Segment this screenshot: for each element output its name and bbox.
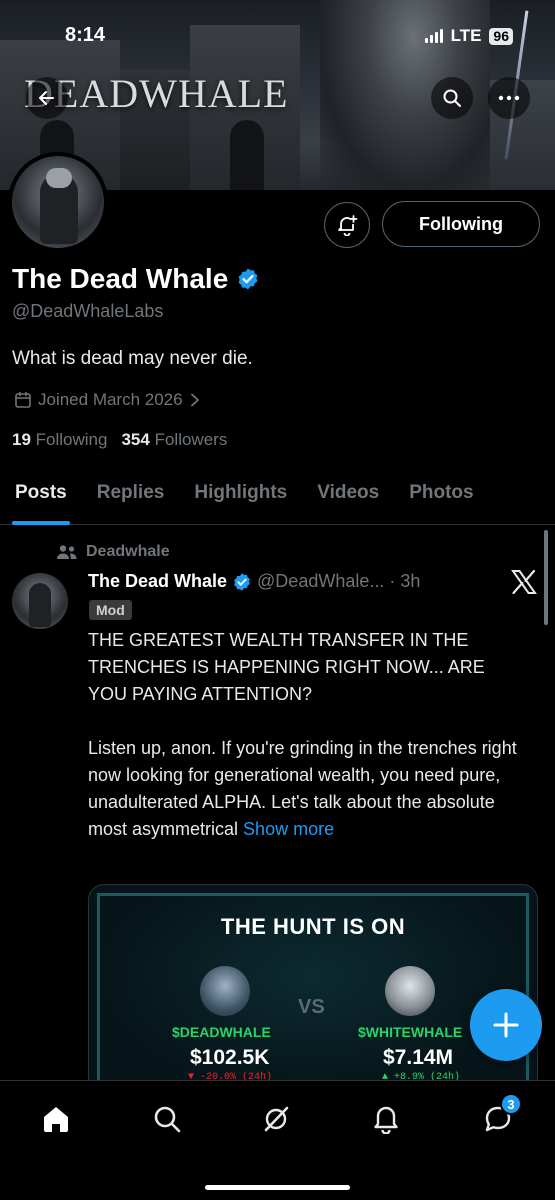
show-more-link[interactable]: Show more	[243, 819, 334, 839]
bottom-navigation: 3	[0, 1080, 555, 1200]
nav-notifications[interactable]	[366, 1099, 406, 1139]
tab-replies[interactable]: Replies	[82, 470, 180, 525]
following-count: 19	[12, 430, 31, 449]
post-paragraph: Listen up, anon. If you're grinding in t…	[88, 735, 528, 843]
verified-badge-icon	[234, 572, 250, 591]
back-button[interactable]	[26, 77, 68, 119]
joined-date[interactable]: Joined March 2026	[14, 390, 201, 410]
post-media[interactable]: THE HUNT IS ON VS $DEADWHALE $WHITEWHALE…	[88, 884, 538, 1094]
grok-icon	[264, 1106, 289, 1132]
profile-handle: @DeadWhaleLabs	[12, 301, 164, 321]
right-coin-price: $7.14M	[383, 1046, 454, 1069]
search-icon	[154, 1106, 181, 1133]
following-label: Following	[35, 430, 108, 449]
nav-grok[interactable]	[256, 1099, 296, 1139]
scrollbar[interactable]	[544, 530, 548, 625]
bell-plus-icon	[338, 215, 358, 236]
chevron-right-icon	[190, 393, 199, 407]
community-label[interactable]: Deadwhale	[56, 543, 170, 561]
bell-icon	[374, 1106, 398, 1134]
network-label: LTE	[450, 26, 482, 45]
followers-count: 354	[121, 430, 150, 449]
post-author-avatar[interactable]	[12, 573, 68, 629]
x-logo-icon	[510, 568, 538, 601]
display-name: The Dead Whale	[12, 263, 229, 294]
profile-bio: What is dead may never die.	[12, 348, 253, 369]
home-indicator[interactable]	[205, 1185, 350, 1190]
notifications-toggle-button[interactable]	[324, 202, 370, 248]
follow-counts: 19 Following 354 Followers	[12, 430, 227, 450]
following-button[interactable]: Following	[382, 201, 540, 247]
display-name-row: The Dead Whale	[12, 263, 260, 295]
profile-avatar[interactable]	[8, 152, 108, 252]
nav-messages[interactable]: 3	[478, 1093, 522, 1139]
banner-arch	[230, 120, 264, 190]
compose-post-button[interactable]	[470, 989, 542, 1061]
nav-home[interactable]	[36, 1099, 76, 1139]
post-separator: ·	[389, 571, 396, 591]
post-author-name[interactable]: The Dead Whale	[88, 571, 227, 592]
post-author-handle[interactable]: @DeadWhale...	[257, 571, 384, 592]
home-icon	[44, 1107, 68, 1132]
battery-indicator: 96	[489, 27, 513, 45]
mod-badge: Mod	[89, 600, 132, 620]
followers-count-link[interactable]: 354 Followers	[121, 430, 227, 450]
media-vs: VS	[298, 996, 325, 1018]
profile-tabs: Posts Replies Highlights Videos Photos	[0, 470, 555, 525]
tab-highlights[interactable]: Highlights	[179, 470, 302, 525]
tab-photos[interactable]: Photos	[394, 470, 488, 525]
search-button[interactable]	[431, 77, 473, 119]
tab-videos[interactable]: Videos	[302, 470, 394, 525]
followers-label: Followers	[154, 430, 228, 449]
tab-posts[interactable]: Posts	[0, 470, 82, 525]
status-time: 8:14	[65, 24, 106, 46]
calendar-icon	[15, 391, 31, 408]
left-coin-tag: $DEADWHALE	[172, 1024, 271, 1040]
post-time[interactable]: 3h	[400, 571, 420, 592]
more-options-button[interactable]	[488, 77, 530, 119]
verified-badge-icon	[238, 268, 258, 290]
back-arrow-icon	[39, 91, 54, 105]
whitewhale-coin-image	[385, 966, 435, 1016]
following-count-link[interactable]: 19 Following	[12, 430, 107, 450]
status-indicators: LTE 96	[424, 26, 513, 46]
post-body[interactable]: THE GREATEST WEALTH TRANSFER IN THE TREN…	[88, 627, 528, 843]
left-coin-price: $102.5K	[190, 1046, 270, 1069]
right-coin-tag: $WHITEWHALE	[358, 1024, 463, 1040]
signal-icon	[424, 29, 443, 43]
post-header: The Dead Whale @DeadWhale... · 3h	[88, 571, 420, 592]
search-icon	[443, 89, 461, 107]
messages-badge: 3	[500, 1093, 522, 1115]
post-paragraph: THE GREATEST WEALTH TRANSFER IN THE TREN…	[88, 630, 485, 704]
deadwhale-coin-image	[200, 966, 250, 1016]
plus-icon	[493, 1012, 519, 1038]
community-icon	[57, 545, 77, 559]
joined-text: Joined March 2026	[38, 390, 183, 409]
media-title: THE HUNT IS ON	[220, 914, 406, 939]
more-icon	[498, 95, 520, 101]
community-name: Deadwhale	[86, 543, 170, 560]
nav-search[interactable]	[147, 1099, 187, 1139]
